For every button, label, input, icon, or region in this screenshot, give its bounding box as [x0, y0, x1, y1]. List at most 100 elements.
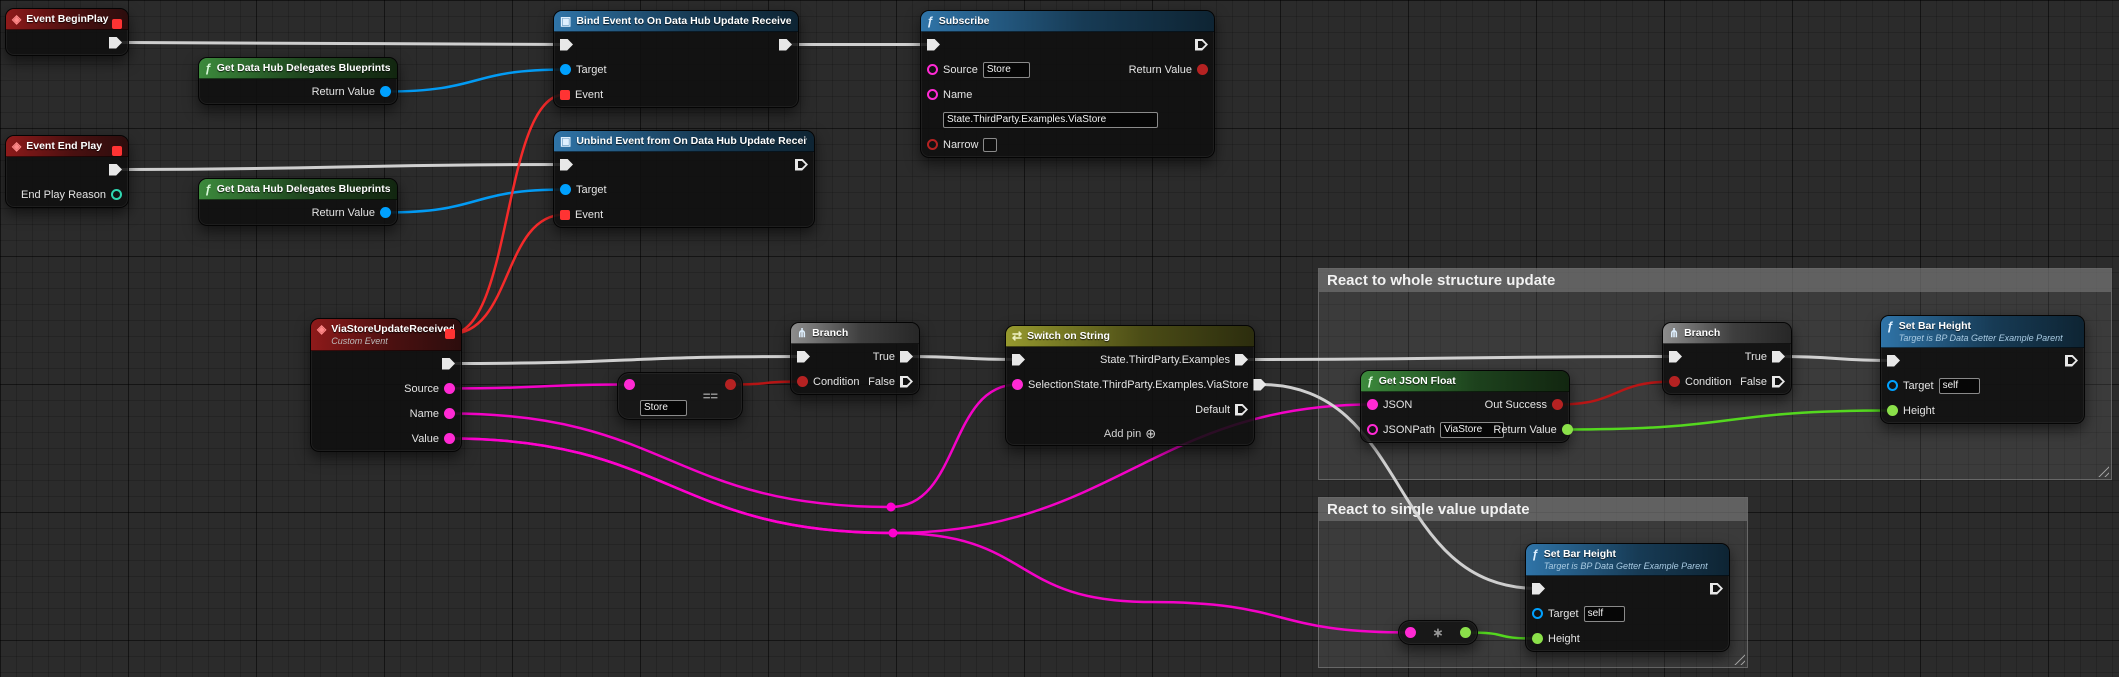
pin-exec_in[interactable] — [927, 39, 940, 51]
pin-exec_in[interactable] — [797, 351, 810, 363]
node-header[interactable]: ƒGet JSON Float — [1361, 371, 1569, 392]
pin-return[interactable] — [380, 86, 391, 97]
literal-input[interactable] — [943, 112, 1158, 128]
input-subscribe-source[interactable] — [983, 62, 1030, 78]
node-get-json-float[interactable]: ƒGet JSON FloatJSONOut SuccessJSONPathRe… — [1360, 370, 1570, 443]
input-set-bar-height-1-target[interactable] — [1939, 378, 1980, 394]
pin-end_play_reason[interactable] — [111, 189, 122, 200]
wire-object[interactable] — [386, 190, 566, 213]
node-viastore-event[interactable]: ◈ViaStoreUpdateReceivedCustom EventSourc… — [310, 318, 462, 452]
wire-string[interactable] — [450, 439, 1411, 633]
pin-target[interactable] — [1532, 608, 1543, 619]
node-branch-1[interactable]: ⋔BranchTrueConditionFalse — [790, 322, 920, 395]
comment-title-bar[interactable]: React to whole structure update — [1319, 269, 2111, 292]
pin-narrow[interactable] — [927, 139, 938, 150]
node-header[interactable]: ƒSubscribe — [921, 11, 1214, 32]
node-get-delegates-1[interactable]: ƒGet Data Hub Delegates BlueprintsReturn… — [198, 57, 398, 105]
node-header[interactable]: ◈ViaStoreUpdateReceivedCustom Event — [311, 319, 461, 351]
pin-delegate[interactable] — [112, 19, 122, 29]
pin-exec_out[interactable] — [442, 358, 455, 370]
node-set-bar-height-2[interactable]: ƒSet Bar HeightTarget is BP Data Getter … — [1525, 543, 1730, 652]
pin-json[interactable] — [1367, 399, 1378, 410]
pin-out_examples[interactable] — [1235, 354, 1248, 366]
pin-condition[interactable] — [1669, 376, 1680, 387]
node-header[interactable]: ƒSet Bar HeightTarget is BP Data Getter … — [1881, 316, 2084, 348]
pin-height[interactable] — [1887, 405, 1898, 416]
input-set-bar-height-2-target[interactable] — [1584, 606, 1625, 622]
blueprint-canvas[interactable]: React to whole structure update React to … — [0, 0, 2119, 677]
pin-return[interactable] — [1197, 64, 1208, 75]
pin-out_viastore[interactable] — [1253, 379, 1266, 391]
pin-exec_in[interactable] — [560, 39, 573, 51]
pin-return_value[interactable] — [1562, 424, 1573, 435]
pin-exec_out[interactable] — [779, 39, 792, 51]
pin-target[interactable] — [1887, 380, 1898, 391]
node-header[interactable]: ƒGet Data Hub Delegates Blueprints — [199, 58, 397, 79]
node-header[interactable]: ▣Bind Event to On Data Hub Update Receiv… — [554, 11, 798, 32]
pin-exec_out[interactable] — [1195, 39, 1208, 51]
pin-source[interactable] — [927, 64, 938, 75]
comment-resize-handle[interactable] — [2094, 462, 2109, 477]
node-event-endplay[interactable]: ◈Event End PlayEnd Play Reason — [5, 135, 129, 208]
wire-exec[interactable] — [116, 43, 567, 45]
node-branch-2[interactable]: ⋔BranchTrueConditionFalse — [1662, 322, 1792, 395]
node-header[interactable]: ⋔Branch — [791, 323, 919, 344]
node-header[interactable]: ▣Unbind Event from On Data Hub Update Re… — [554, 131, 814, 152]
pin-exec_out[interactable] — [109, 37, 122, 49]
pin-event[interactable] — [560, 210, 570, 220]
pin-target[interactable] — [560, 64, 571, 75]
node-header[interactable]: ⋔Branch — [1663, 323, 1791, 344]
wire-string[interactable] — [450, 385, 630, 389]
node-bind-event[interactable]: ▣Bind Event to On Data Hub Update Receiv… — [553, 10, 799, 108]
node-unbind-event[interactable]: ▣Unbind Event from On Data Hub Update Re… — [553, 130, 815, 228]
wire-exec[interactable] — [907, 357, 1019, 360]
pin-exec_out[interactable] — [795, 159, 808, 171]
pin-in1[interactable] — [624, 379, 635, 390]
node-header[interactable]: ◈Event End Play — [6, 136, 128, 157]
pin-height[interactable] — [1532, 633, 1543, 644]
node-to-float[interactable]: ∗ — [1398, 620, 1478, 645]
node-header[interactable]: ◈Event BeginPlay — [6, 9, 128, 30]
pin-true[interactable] — [900, 351, 913, 363]
pin-exec_out[interactable] — [1710, 583, 1723, 595]
comment-title-bar[interactable]: React to single value update — [1319, 498, 1747, 521]
pin-out_success[interactable] — [1552, 399, 1563, 410]
pin-exec_out[interactable] — [109, 164, 122, 176]
node-switch-string[interactable]: ⇄Switch on StringState.ThirdParty.Exampl… — [1005, 325, 1255, 446]
pin-exec_in[interactable] — [1887, 355, 1900, 367]
pin-result[interactable] — [725, 379, 736, 390]
pin-name[interactable] — [444, 408, 455, 419]
node-get-delegates-2[interactable]: ƒGet Data Hub Delegates BlueprintsReturn… — [198, 178, 398, 226]
node-equals[interactable]: == — [617, 372, 743, 420]
node-header[interactable]: ⇄Switch on String — [1006, 326, 1254, 347]
pin-default[interactable] — [1235, 404, 1248, 416]
wire-exec[interactable] — [116, 165, 567, 170]
pin-name[interactable] — [927, 89, 938, 100]
pin-return[interactable] — [380, 207, 391, 218]
pin-condition[interactable] — [797, 376, 808, 387]
pin-exec_in[interactable] — [1012, 354, 1025, 366]
node-set-bar-height-1[interactable]: ƒSet Bar HeightTarget is BP Data Getter … — [1880, 315, 2085, 424]
node-header[interactable]: ƒGet Data Hub Delegates Blueprints — [199, 179, 397, 200]
pin-value[interactable] — [444, 433, 455, 444]
literal-input[interactable] — [640, 400, 687, 416]
reroute-node[interactable] — [889, 529, 898, 538]
pin-true[interactable] — [1772, 351, 1785, 363]
checkbox-narrow[interactable] — [983, 138, 997, 152]
pin-in[interactable] — [1405, 627, 1416, 638]
node-event-beginplay[interactable]: ◈Event BeginPlay — [5, 8, 129, 56]
pin-jsonpath[interactable] — [1367, 424, 1378, 435]
wire-object[interactable] — [386, 70, 566, 92]
pin-false[interactable] — [1772, 376, 1785, 388]
node-subscribe[interactable]: ƒSubscribeSourceReturn ValueNameNarrow — [920, 10, 1215, 158]
wire-exec[interactable] — [449, 357, 804, 364]
comment-resize-handle[interactable] — [1730, 650, 1745, 665]
node-header[interactable]: ƒSet Bar HeightTarget is BP Data Getter … — [1526, 544, 1729, 576]
pin-delegate[interactable] — [112, 146, 122, 156]
pin-event[interactable] — [560, 90, 570, 100]
pin-selection[interactable] — [1012, 379, 1023, 390]
pin-out[interactable] — [1460, 627, 1471, 638]
pin-exec_in[interactable] — [1532, 583, 1545, 595]
wire-delegate[interactable] — [450, 95, 565, 335]
add-pin-button[interactable]: Add pin⊕ — [1104, 427, 1156, 441]
